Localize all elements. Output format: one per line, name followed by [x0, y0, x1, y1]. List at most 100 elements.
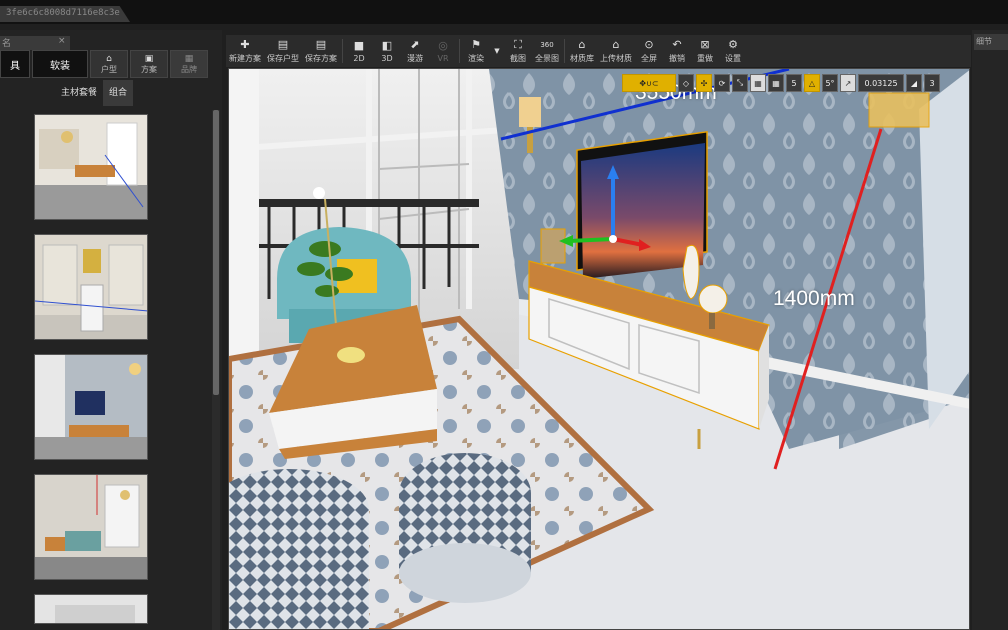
main-toolbar: ✚ 新建方案 ▤ 保存户型 ▤ 保存方案 ■ 2D ◧ 3D ⬈ 漫游 ◎ VR… — [226, 35, 971, 67]
panorama-button[interactable]: 360 全景图 — [532, 35, 562, 67]
vr-icon: ◎ — [438, 38, 448, 52]
walkthrough-button[interactable]: ⬈ 漫游 — [401, 35, 429, 67]
new-plan-label: 新建方案 — [229, 53, 261, 63]
undo-button[interactable]: ↶ 撤销 — [663, 35, 691, 67]
scheme-icon: ▣ — [144, 53, 154, 64]
save-floorplan-button[interactable]: ▤ 保存户型 — [264, 35, 302, 67]
title-bar: 3fe6c6c8008d7116e8c3e — [0, 0, 1008, 24]
document-tab-title: 3fe6c6c8008d7116e8c3e — [6, 8, 120, 18]
diamond-icon[interactable]: ◇ — [678, 74, 694, 92]
panorama-icon: 360 — [540, 40, 554, 49]
combination-thumbnail[interactable] — [34, 114, 148, 220]
walkthrough-label: 漫游 — [407, 53, 423, 63]
panel-close-icon[interactable]: × — [58, 36, 66, 46]
settings-icon: ⚙ — [728, 37, 738, 51]
tab-floorplan[interactable]: ⌂ 户型 — [90, 50, 128, 78]
render-label: 渲染 — [468, 53, 484, 63]
view-3d-label: 3D — [381, 53, 393, 63]
tab-brand[interactable]: ▦ 品牌 — [170, 50, 208, 78]
scale-value[interactable]: 0.03125 — [858, 74, 904, 92]
category-tabs: 具 软装 ⌂ 户型 ▣ 方案 ▦ 品牌 — [0, 50, 210, 78]
house-icon: ⌂ — [106, 53, 112, 64]
fullscreen-icon: ⊙ — [644, 37, 654, 51]
material-library-label: 材质库 — [570, 53, 594, 63]
sub-tab-combination[interactable]: 组合 — [103, 80, 134, 106]
tab-soft-decor-label: 软装 — [50, 60, 70, 72]
render-icon: ⚑ — [471, 37, 481, 51]
tab-furniture[interactable]: 具 — [0, 50, 30, 78]
screenshot-icon: ⛶ — [514, 37, 522, 51]
undo-label: 撤销 — [669, 53, 685, 63]
settings-button[interactable]: ⚙ 设置 — [719, 35, 747, 67]
undo-icon: ↶ — [672, 37, 682, 51]
walkthrough-icon: ⬈ — [410, 37, 420, 51]
toolbar-divider — [342, 39, 343, 63]
3d-viewport[interactable]: 3550mm 1400mm — [228, 68, 970, 630]
tab-floorplan-label: 户型 — [101, 64, 117, 74]
upload-material-button[interactable]: ⌂ 上传材质 — [597, 35, 635, 67]
settings-label: 设置 — [725, 53, 741, 63]
save-plan-button[interactable]: ▤ 保存方案 — [302, 35, 340, 67]
camera-icon[interactable]: ▦ — [750, 74, 766, 92]
fullscreen-button[interactable]: ⊙ 全屏 — [635, 35, 663, 67]
view-2d-icon: ■ — [353, 38, 365, 52]
fullscreen-label: 全屏 — [641, 53, 657, 63]
panel-header-label: 名 — [2, 39, 12, 49]
angle-snap-icon[interactable]: △ — [804, 74, 820, 92]
angle-value[interactable]: 5° — [822, 74, 838, 92]
vr-button[interactable]: ◎ VR — [429, 35, 457, 67]
tab-scheme[interactable]: ▣ 方案 — [130, 50, 168, 78]
side-measurement-label: 1400mm — [773, 287, 855, 310]
sub-tab-main-material[interactable]: 主材套餐 — [55, 80, 103, 106]
snap-icon[interactable]: ✣ — [696, 74, 712, 92]
combination-thumbnail[interactable] — [34, 234, 148, 340]
screenshot-button[interactable]: ⛶ 截图 — [504, 35, 532, 67]
viewport-toolstrip: ✥ ∪ ⊂ ◇ ✣ ⟳ ⤡ ▦ ▦ 5 △ 5° ↗ 0.03125 ◢ 3 — [622, 74, 940, 92]
left-panel: 名 × 具 软装 ⌂ 户型 ▣ 方案 ▦ 品牌 主材套餐 组合 — [0, 30, 222, 630]
tab-furniture-label: 具 — [10, 60, 20, 72]
document-tab[interactable]: 3fe6c6c8008d7116e8c3e — [0, 6, 130, 22]
combination-thumbnail[interactable] — [34, 354, 148, 460]
new-plan-button[interactable]: ✚ 新建方案 — [226, 35, 264, 67]
redo-icon: ⊠ — [700, 37, 710, 51]
save-floorplan-label: 保存户型 — [267, 53, 299, 63]
upload-material-label: 上传材质 — [600, 53, 632, 63]
new-plan-icon: ✚ — [240, 37, 250, 51]
combination-thumbnail-list — [34, 114, 148, 630]
lock-icon: ⊂ — [651, 78, 659, 88]
panorama-label: 全景图 — [535, 53, 559, 63]
grid-icon[interactable]: ▦ — [768, 74, 784, 92]
rotate-icon[interactable]: ⟳ — [714, 74, 730, 92]
view-2d-label: 2D — [353, 53, 365, 63]
camera-speed-value[interactable]: 3 — [924, 74, 940, 92]
scale-icon[interactable]: ⤡ — [732, 74, 748, 92]
camera-speed-icon[interactable]: ◢ — [906, 74, 922, 92]
grid-value[interactable]: 5 — [786, 74, 802, 92]
view-2d-button[interactable]: ■ 2D — [345, 35, 373, 67]
render-button[interactable]: ⚑ 渲染 — [462, 35, 490, 67]
combination-thumbnail[interactable] — [34, 594, 148, 624]
save-plan-icon: ▤ — [315, 37, 327, 51]
toolbar-divider — [564, 39, 565, 63]
tab-scheme-label: 方案 — [141, 64, 157, 74]
render-dropdown-button[interactable]: ▼ — [490, 35, 504, 67]
screenshot-label: 截图 — [510, 53, 526, 63]
view-3d-icon: ◧ — [381, 38, 393, 52]
details-tab[interactable]: 细节 — [974, 34, 1008, 50]
panel-header: 名 × — [0, 36, 70, 50]
sub-tabs: 主材套餐 组合 — [55, 80, 134, 106]
move-icon: ✥ — [639, 78, 647, 88]
redo-button[interactable]: ⊠ 重做 — [691, 35, 719, 67]
tab-soft-decor[interactable]: 软装 — [32, 50, 88, 78]
scale-snap-icon[interactable]: ↗ — [840, 74, 856, 92]
room-scene — [229, 69, 969, 629]
brand-icon: ▦ — [184, 53, 194, 64]
vr-label: VR — [437, 53, 449, 63]
scrollbar-thumb[interactable] — [213, 110, 219, 395]
details-panel: 细节 — [972, 30, 1008, 630]
material-library-button[interactable]: ⌂ 材质库 — [567, 35, 597, 67]
view-3d-button[interactable]: ◧ 3D — [373, 35, 401, 67]
combination-thumbnail[interactable] — [34, 474, 148, 580]
thumbnail-scrollbar[interactable] — [212, 110, 220, 630]
transform-tools-group[interactable]: ✥ ∪ ⊂ — [622, 74, 676, 92]
